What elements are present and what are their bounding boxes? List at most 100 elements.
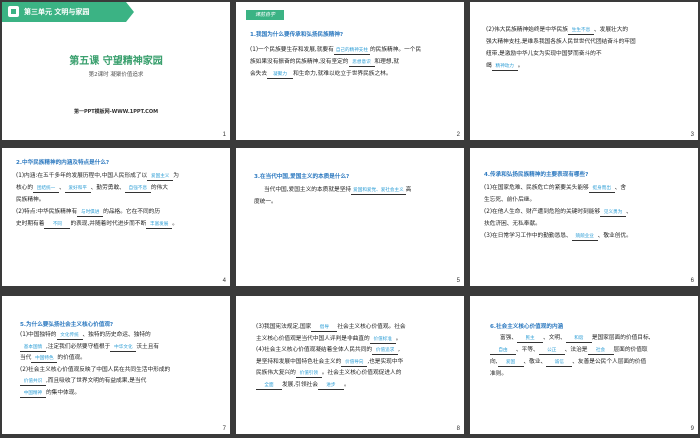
answer-blank: 价值引领	[295, 370, 322, 378]
answer-blank: 基本国情	[20, 344, 46, 352]
text: 富强、	[500, 335, 518, 341]
question: 5.为什么要弘扬社会主义核心价值观?	[20, 322, 114, 328]
answer-blank: 自己的精神支柱	[333, 48, 370, 55]
text: 生忘死、前仆后继。	[484, 197, 536, 203]
text: 民族精神。	[16, 197, 45, 203]
body-text: (3)我国宪法规定,国家 倡导 社会主义核心价值观。社会 主义核心价值观是当代中国人…	[256, 322, 454, 391]
answer-blank: 中华文化	[110, 344, 137, 352]
text: 沃土且有	[136, 343, 160, 350]
text: 和生命力,就难以屹立于世界民族之林。	[293, 71, 392, 77]
unit-title: 第三单元 文明与家园	[24, 8, 90, 16]
answer-blank: 自由	[490, 347, 516, 355]
body-text: 富强、 民主 、文明、 和谐 是国家层面的价值目标, 自由 、平等、 公正 、法治是 社会 层面的…	[490, 332, 688, 380]
text: 族如果没有振奋的民族精神,没有坚定的	[250, 59, 349, 65]
text: 史时期有着	[16, 221, 45, 227]
answer-blank: 丰富发展	[146, 221, 173, 229]
text: 是国家层面的价值目标,	[591, 335, 651, 341]
text: 、敬业创优。	[597, 233, 632, 239]
text: 纽带,是激励中华儿女为实现中国梦而奋斗的不	[486, 51, 602, 57]
lesson-subtitle: 第2课时 凝聚价值追求	[88, 72, 144, 78]
text: 、独特的历史命运、独特的	[82, 332, 151, 338]
slide-thumbnail-3[interactable]: (2)伟大民族精神始终是中华民族 生生不息 、发展壮大的 强大精神支柱,是维系我国各…	[470, 2, 698, 140]
text: 高	[405, 187, 412, 193]
body-text: 当代中国,爱国主义的本质就是坚持 爱国和爱党、爱社会主义高 度统一。	[254, 184, 454, 208]
text: (1)在国家危难、民族危亡的紧要关头能够	[484, 185, 589, 191]
text: (2)特点:中华民族精神有	[16, 209, 78, 215]
text: 的伟大	[150, 185, 168, 191]
answer-blank: 挺身而出	[588, 185, 615, 193]
answer-blank: 民主	[517, 335, 544, 343]
text: (4)社会主义核心价值观凝结着全体人民共同的	[256, 347, 373, 353]
answer-blank: 中国精神	[20, 390, 46, 398]
body-text: (2)伟大民族精神始终是中华民族 生生不息 、发展壮大的 强大精神支柱,是维系我国各…	[486, 24, 688, 72]
text: 、敬业、	[523, 359, 547, 365]
answer-blank: 不同	[44, 221, 71, 229]
template-footer: 第一PPT模板网-WWW.1PPT.COM	[73, 109, 159, 115]
answer-blank: 公正	[538, 347, 565, 355]
question: 4.传承和弘扬民族精神的主要表现有哪些?	[484, 172, 589, 178]
slide-thumbnail-6[interactable]: 4.传承和弘扬民族精神的主要表现有哪些? (1)在国家危难、民族危亡的紧要关头能…	[470, 148, 698, 286]
text: 发展,引领社会	[282, 381, 318, 388]
text: 、发展壮大的	[594, 27, 629, 33]
text: (1)一个民族要生存和发展,就要有	[250, 47, 334, 53]
answer-blank: 中国特色	[31, 355, 58, 363]
text: 和理想,就	[374, 59, 400, 65]
body-text: (1)在国家危难、民族危亡的紧要关头能够 挺身而出 、舍 生忘死、前仆后继。 (2)…	[484, 182, 688, 242]
slide-number: 4	[222, 278, 226, 284]
answer-blank: 自强不息	[124, 185, 151, 193]
slide-thumbnail-4[interactable]: 2.中华民族精神的内涵及特点是什么? (1)内涵:在五千多年的发展历程中,中国人…	[2, 148, 230, 286]
text: 社会主义核心价值观。社会	[337, 324, 406, 330]
answer-blank: 全面	[256, 382, 282, 390]
slide-number: 1	[222, 132, 226, 138]
book-icon	[8, 6, 19, 17]
slide-thumbnail-2[interactable]: 课前自学 1.我国为什么要传承和弘扬民族精神? (1)一个民族要生存和发展,就要…	[236, 2, 464, 140]
answer-blank: 凝聚力	[267, 71, 294, 79]
slide-thumbnail-5[interactable]: 3.在当代中国,爱国主义的本质是什么? 当代中国,爱国主义的本质就是坚持 爱国和爱…	[236, 148, 464, 286]
answer-blank: 价值标准	[369, 336, 396, 344]
slide-thumbnail-8[interactable]: (3)我国宪法规定,国家 倡导 社会主义核心价值观。社会 主义核心价值观是当代中国人…	[236, 296, 464, 434]
answer-blank: 价值追求	[372, 347, 399, 355]
answer-blank: 与时俱进	[77, 209, 104, 217]
text: (2)社会主义核心价值观反映了中国人民在共同生活中形成的	[20, 366, 171, 373]
text: 。社会主义核心价值观促进人的	[321, 370, 402, 376]
text: ,注定我们必然要守植根于	[46, 343, 111, 350]
slide-thumbnail-7[interactable]: 5.为什么要弘扬社会主义核心价值观? (1)中国独特的 文化传统 、独特的历史命运、…	[2, 296, 230, 434]
slide-number: 2	[456, 132, 460, 138]
text: 、法治是	[564, 347, 588, 353]
slide-thumbnail-1[interactable]: 第三单元 文明与家园 第五课 守望精神家园 第2课时 凝聚价值追求 第一PPT模…	[2, 2, 230, 140]
slide-number: 3	[690, 132, 694, 138]
text: 、勤劳勇敢、	[90, 185, 125, 191]
question: 6.社会主义核心价值观的内涵	[490, 324, 564, 330]
text: 的价值观。	[57, 355, 86, 361]
answer-blank: 进步	[317, 382, 344, 390]
answer-blank: 爱好和平	[64, 185, 91, 193]
lesson-title: 第五课 守望精神家园	[69, 56, 163, 67]
text: 层面的价值取	[613, 347, 648, 353]
text: 、	[626, 209, 632, 215]
answer-blank: 兢兢业业	[571, 233, 598, 241]
text: ,	[398, 347, 400, 353]
text: 、文明、	[543, 335, 566, 341]
slide-number: 7	[222, 426, 226, 432]
text: 。	[395, 335, 402, 342]
text: 的集中体现。	[46, 389, 81, 396]
text: (1)内涵:在五千多年的发展历程中,中国人民形成了以	[16, 173, 148, 179]
answer-blank: 社会	[587, 347, 614, 355]
body-text: (1)内涵:在五千多年的发展历程中,中国人民形成了以 爱国主义为 核心的 团结统一 、…	[16, 170, 220, 230]
text: 、友善是公民个人层面的价值	[572, 359, 647, 365]
answer-blank: 团结统一	[33, 185, 60, 193]
slide-thumbnail-9[interactable]: 6.社会主义核心价值观的内涵 富强、 民主 、文明、 和谐 是国家层面的价值目标, 自由…	[470, 296, 698, 434]
slide-header: 第三单元 文明与家园	[2, 2, 230, 26]
text: (2)在他人生命、财产遭到危险的关键时刻能够	[484, 209, 601, 215]
text: 强大精神支柱,是维系我国各族人民世世代代团结奋斗的牢固	[486, 39, 636, 45]
text: 是坚持和发展中国特色社会主义的	[256, 358, 342, 365]
answer-blank: 爱国	[497, 359, 524, 367]
answer-blank: 精神动力	[491, 63, 518, 71]
text: (3)我国宪法规定,国家	[256, 324, 312, 330]
answer-blank: 诚信	[546, 359, 573, 367]
slide-number: 8	[456, 426, 460, 432]
text: 。	[172, 221, 178, 227]
answer-blank: 见义勇为	[600, 209, 627, 217]
text: 、平等、	[516, 347, 539, 353]
question: 3.在当代中国,爱国主义的本质是什么?	[254, 174, 350, 180]
